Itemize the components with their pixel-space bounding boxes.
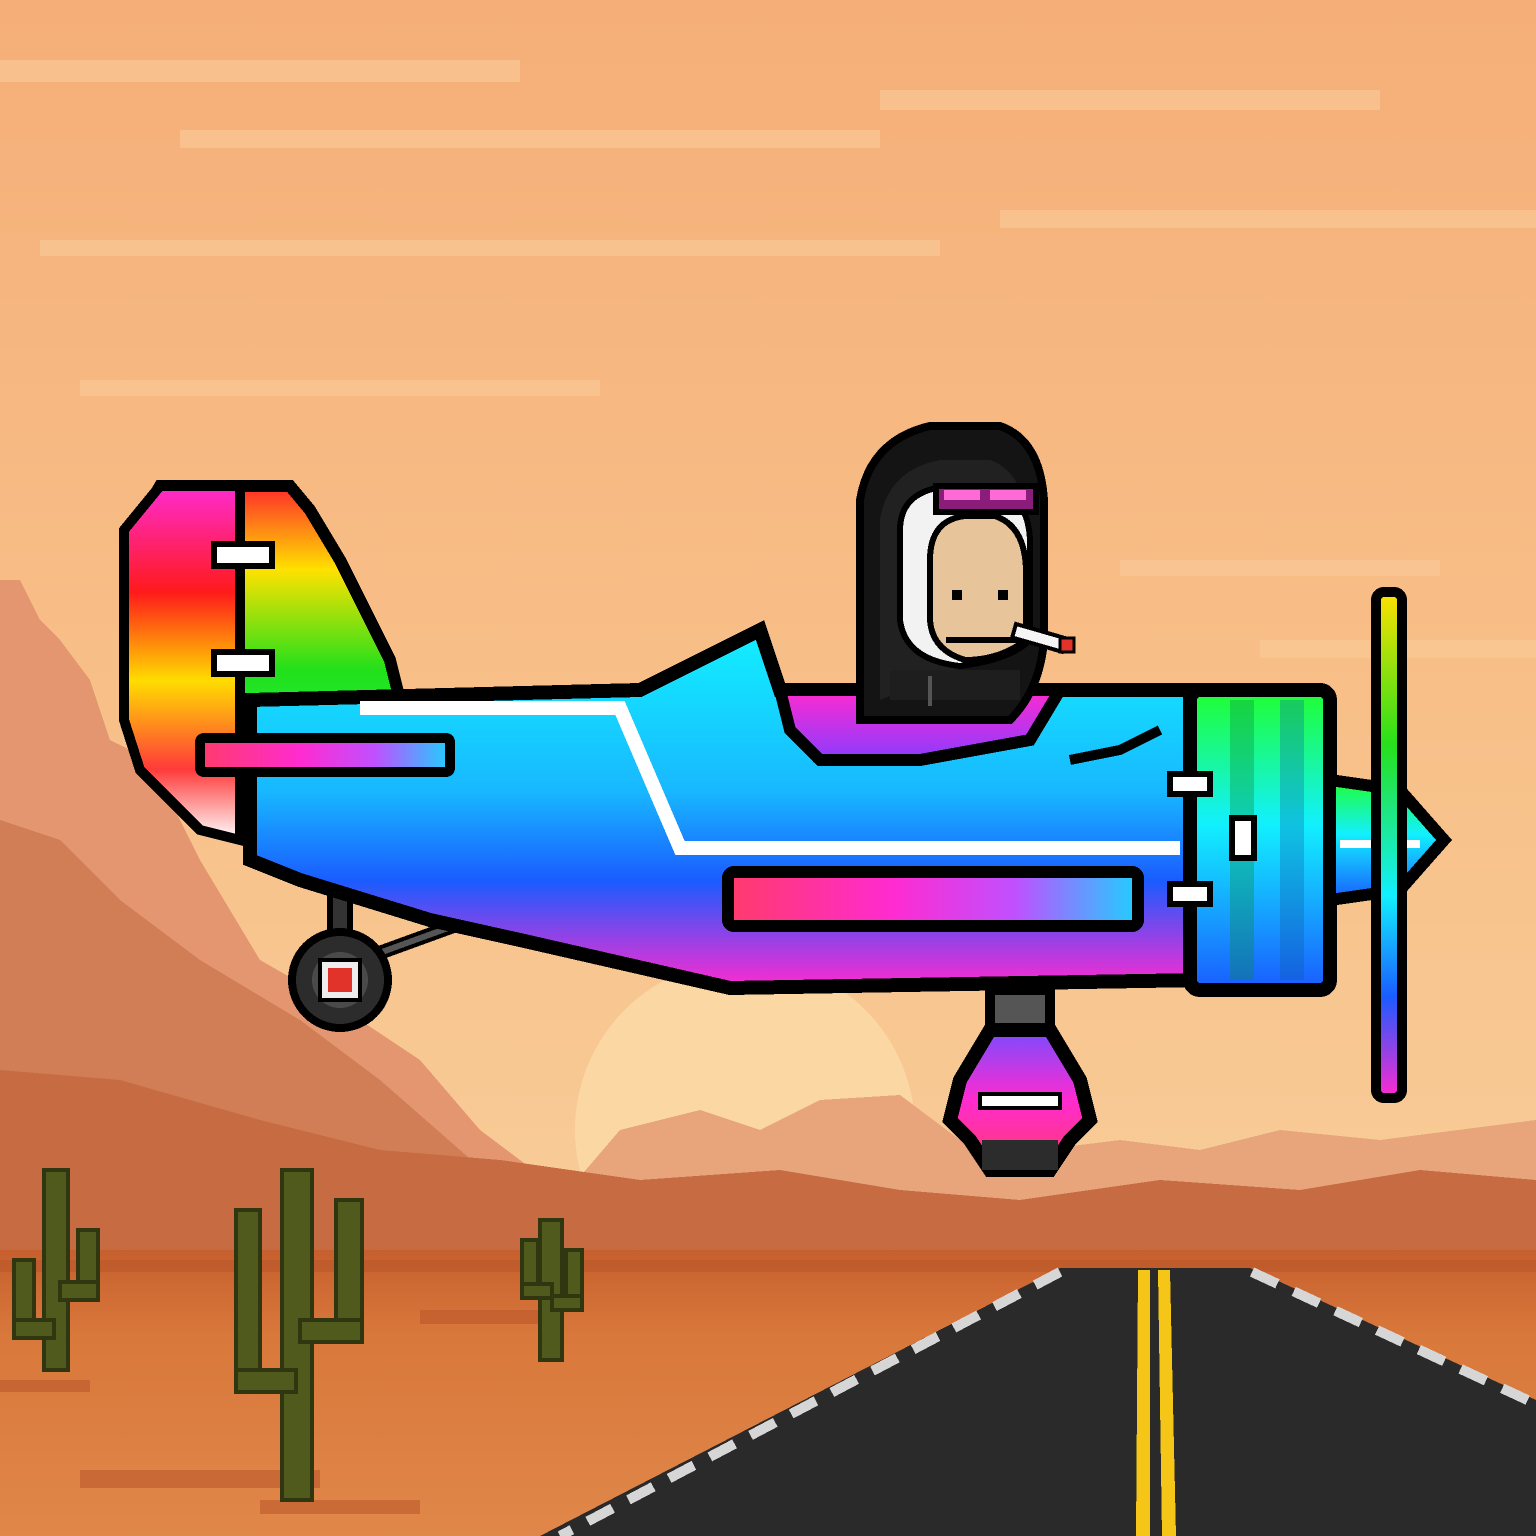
wheel-icon	[288, 928, 392, 1032]
game-scene	[0, 0, 1536, 1536]
propeller-icon	[1371, 587, 1407, 1103]
lower-wing	[722, 866, 1144, 932]
engine-cowl	[1183, 683, 1337, 997]
center-line-left	[1136, 1270, 1150, 1536]
tailplane-stripe	[195, 733, 455, 777]
